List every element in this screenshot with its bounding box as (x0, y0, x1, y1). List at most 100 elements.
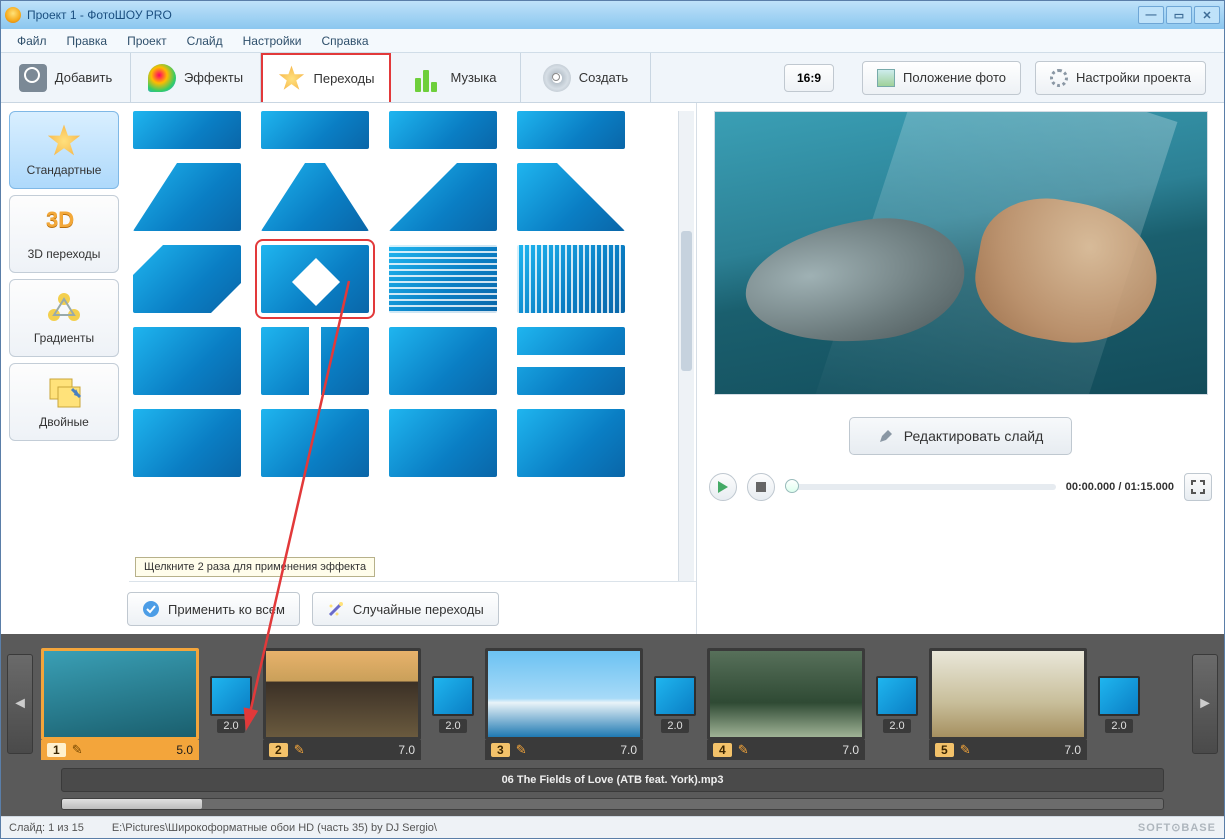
statusbar: Слайд: 1 из 15 E:\Pictures\Широкоформатн… (1, 816, 1224, 838)
category-list: Стандартные 3D 3D переходы Градиенты (9, 111, 119, 582)
edit-slide-label: Редактировать слайд (904, 428, 1044, 444)
transition-thumb[interactable] (517, 111, 625, 149)
slide-duration: 7.0 (842, 743, 859, 757)
play-button[interactable] (709, 473, 737, 501)
transition-duration: 2.0 (439, 719, 466, 733)
transition-chip[interactable]: 2.0 (207, 676, 255, 733)
photo-icon (877, 69, 895, 87)
transition-thumb[interactable] (389, 163, 497, 231)
transition-thumb[interactable] (517, 163, 625, 231)
audio-track[interactable]: 06 The Fields of Love (ATB feat. York).m… (61, 768, 1164, 792)
camera-icon (19, 64, 47, 92)
pencil-icon: ✎ (738, 742, 749, 758)
category-standard[interactable]: Стандартные (9, 111, 119, 189)
tab-create[interactable]: Создать (521, 53, 651, 102)
transition-thumb[interactable] (517, 245, 625, 313)
menu-file[interactable]: Файл (7, 30, 57, 52)
menu-project[interactable]: Проект (117, 30, 177, 52)
transition-thumb[interactable] (389, 409, 497, 477)
transition-thumb[interactable] (261, 163, 369, 231)
edit-slide-button[interactable]: Редактировать слайд (849, 417, 1073, 455)
toolbar-right: 16:9 Положение фото Настройки проекта (766, 53, 1224, 102)
slide-card-5[interactable]: 5 ✎ 7.0 (929, 648, 1087, 760)
category-gradients-label: Градиенты (34, 331, 94, 345)
toolbar: Добавить Эффекты Переходы Музыка Создать… (1, 53, 1224, 103)
category-gradients[interactable]: Градиенты (9, 279, 119, 357)
timeline-scrollbar[interactable] (61, 798, 1164, 810)
tab-music-label: Музыка (451, 70, 497, 85)
tab-music[interactable]: Музыка (391, 53, 521, 102)
slide-card-2[interactable]: 2 ✎ 7.0 (263, 648, 421, 760)
maximize-button[interactable]: ▭ (1166, 6, 1192, 24)
tool-tabs: Добавить Эффекты Переходы Музыка Создать (1, 53, 651, 102)
transition-thumb[interactable] (261, 111, 369, 149)
status-path: E:\Pictures\Широкоформатные обои HD (час… (112, 822, 437, 834)
apply-all-button[interactable]: Применить ко всем (127, 592, 300, 626)
timeline-prev-button[interactable]: ◄ (7, 654, 33, 754)
playback-slider[interactable] (785, 484, 1056, 490)
pencil-icon: ✎ (516, 742, 527, 758)
slide-index: 4 (713, 743, 732, 757)
timeline-next-button[interactable]: ► (1192, 654, 1218, 754)
transitions-panel: Стандартные 3D 3D переходы Градиенты (1, 103, 697, 634)
tab-transitions[interactable]: Переходы (261, 53, 391, 102)
slide-duration: 7.0 (1064, 743, 1081, 757)
menu-edit[interactable]: Правка (57, 30, 118, 52)
transition-thumb[interactable] (133, 163, 241, 231)
slide-duration: 7.0 (398, 743, 415, 757)
main-area: Стандартные 3D 3D переходы Градиенты (1, 103, 1224, 634)
transition-chip[interactable]: 2.0 (1095, 676, 1143, 733)
transition-chip[interactable]: 2.0 (651, 676, 699, 733)
transition-thumb-selected[interactable] (261, 245, 369, 313)
tab-add[interactable]: Добавить (1, 53, 131, 102)
transition-thumb[interactable] (133, 409, 241, 477)
slide-card-1[interactable]: 1 ✎ 5.0 (41, 648, 199, 760)
vertical-scrollbar[interactable] (678, 111, 694, 581)
category-doubles[interactable]: Двойные (9, 363, 119, 441)
close-button[interactable]: ✕ (1194, 6, 1220, 24)
tab-transitions-label: Переходы (314, 71, 375, 86)
status-slide-counter: Слайд: 1 из 15 (9, 822, 84, 834)
transition-thumb[interactable] (261, 327, 369, 395)
transition-thumb[interactable] (133, 111, 241, 149)
slide-duration: 5.0 (176, 743, 193, 757)
slide-card-4[interactable]: 4 ✎ 7.0 (707, 648, 865, 760)
transition-thumb[interactable] (133, 245, 241, 313)
slide-thumb (485, 648, 643, 740)
transition-thumb[interactable] (517, 409, 625, 477)
fullscreen-button[interactable] (1184, 473, 1212, 501)
menu-slide[interactable]: Слайд (177, 30, 233, 52)
slides-row: 1 ✎ 5.0 2.0 2 ✎ 7.0 (41, 648, 1143, 760)
playback-time: 00:00.000 / 01:15.000 (1066, 481, 1174, 493)
transition-thumb[interactable] (517, 327, 625, 395)
aspect-ratio-button[interactable]: 16:9 (784, 64, 834, 92)
transition-actions: Применить ко всем Случайные переходы (9, 582, 696, 626)
transition-thumb[interactable] (133, 327, 241, 395)
photo-position-button[interactable]: Положение фото (862, 61, 1021, 95)
project-settings-button[interactable]: Настройки проекта (1035, 61, 1206, 95)
minimize-button[interactable]: — (1138, 6, 1164, 24)
star-icon (278, 65, 306, 93)
transition-thumb[interactable] (389, 245, 497, 313)
tooltip: Щелкните 2 раза для применения эффекта (135, 557, 375, 577)
transition-thumb[interactable] (261, 409, 369, 477)
tab-effects[interactable]: Эффекты (131, 53, 261, 102)
slide-duration: 7.0 (620, 743, 637, 757)
transitions-grid: Щелкните 2 раза для применения эффекта (129, 111, 696, 582)
menu-settings[interactable]: Настройки (233, 30, 312, 52)
stop-button[interactable] (747, 473, 775, 501)
slide-index: 5 (935, 743, 954, 757)
transition-chip[interactable]: 2.0 (429, 676, 477, 733)
category-3d[interactable]: 3D 3D переходы (9, 195, 119, 273)
transition-thumb[interactable] (389, 327, 497, 395)
slide-thumb (707, 648, 865, 740)
slide-thumb (41, 648, 199, 740)
category-standard-label: Стандартные (27, 163, 102, 177)
random-transitions-button[interactable]: Случайные переходы (312, 592, 499, 626)
slide-card-3[interactable]: 3 ✎ 7.0 (485, 648, 643, 760)
transition-thumb[interactable] (389, 111, 497, 149)
slide-thumb (929, 648, 1087, 740)
menu-help[interactable]: Справка (311, 30, 378, 52)
project-settings-label: Настройки проекта (1076, 70, 1191, 85)
transition-chip[interactable]: 2.0 (873, 676, 921, 733)
